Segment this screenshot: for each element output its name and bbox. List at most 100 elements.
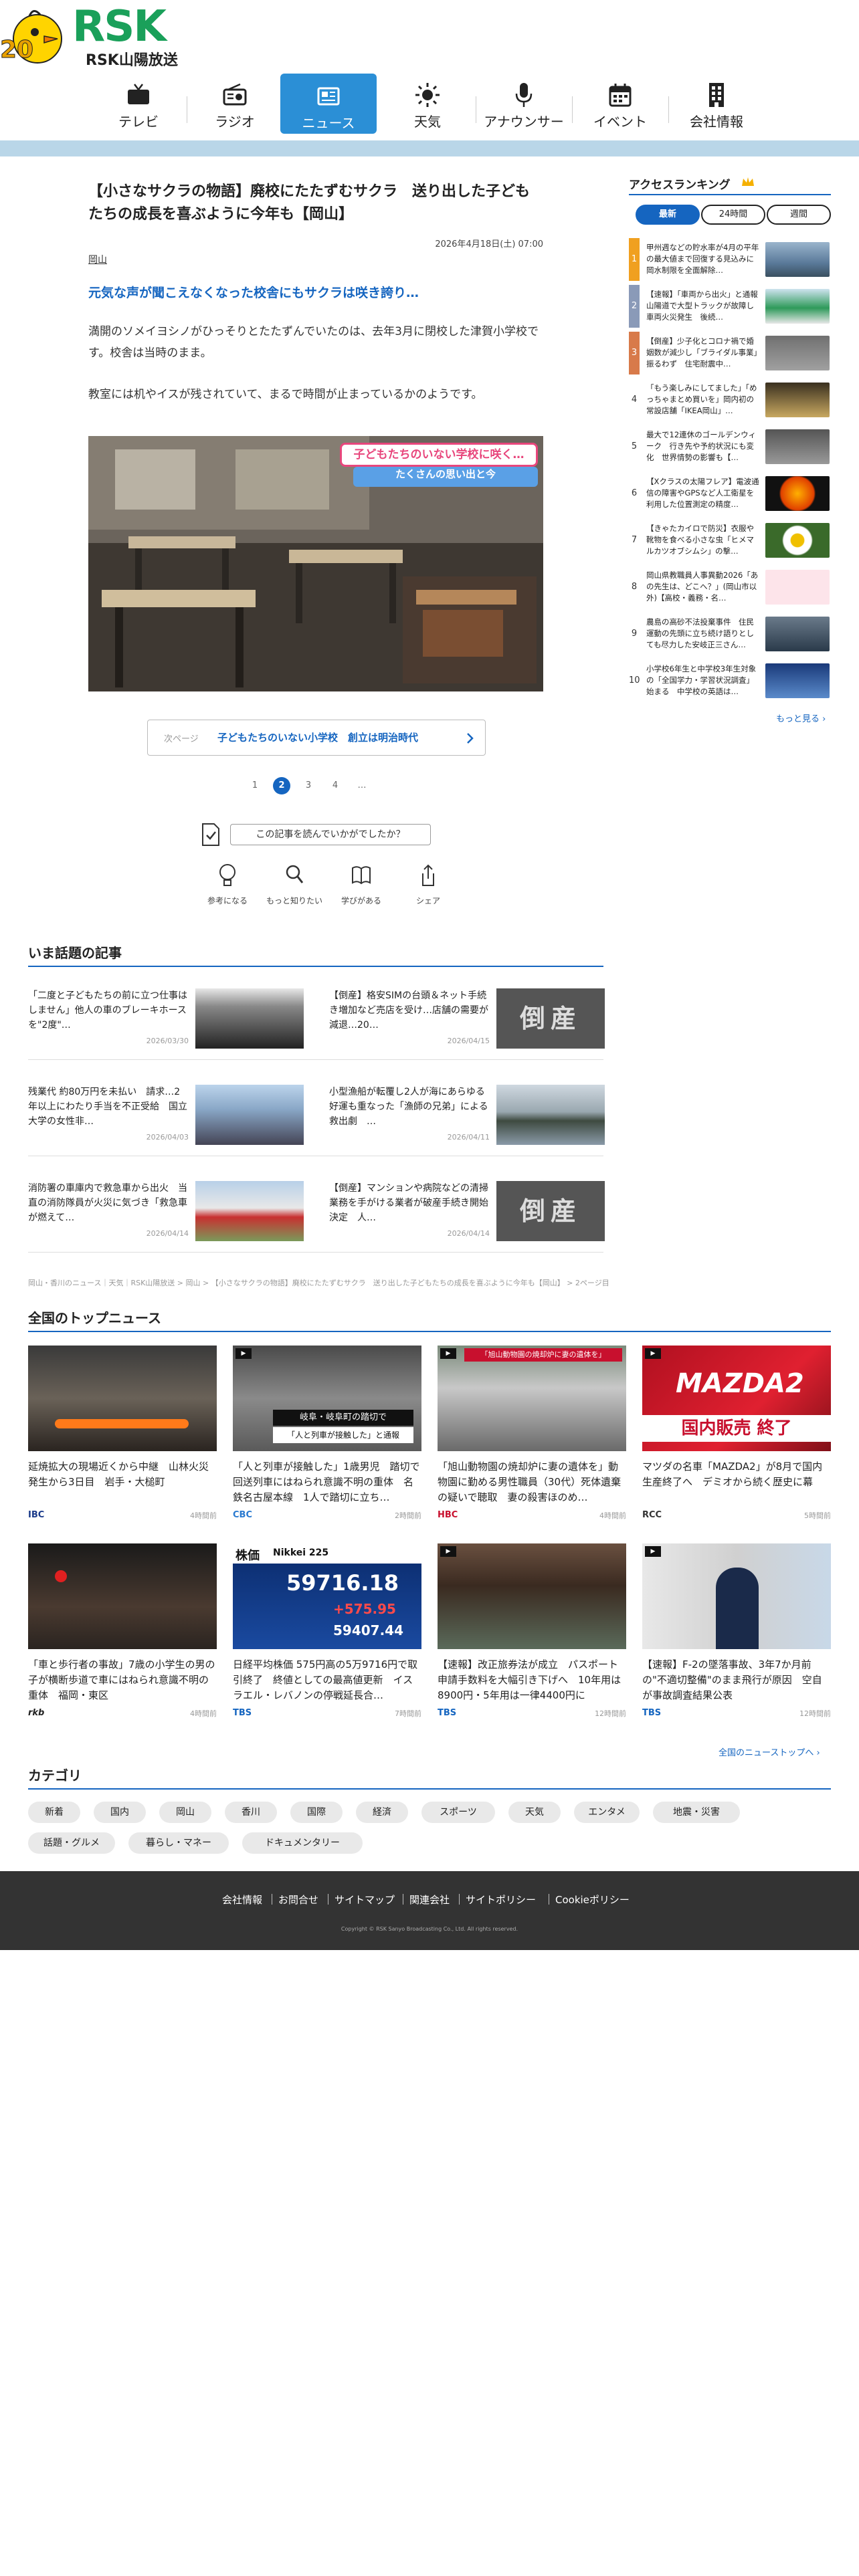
category-chip[interactable]: 岡山	[159, 1802, 211, 1823]
top-news-more-link[interactable]: 全国のニューストップへ ›	[719, 1745, 820, 1758]
top-news-item[interactable]: ▶ 「旭山動物園の焼却炉に妻の遺体を」 「旭山動物園の焼却炉に妻の遺体を」動物園…	[438, 1346, 626, 1546]
nav-company[interactable]: 会社情報	[668, 72, 765, 136]
top-news-item[interactable]: ▶ 【速報】改正旅券法が成立 パスポート申請手数料を大幅引き下げへ 10年用は8…	[438, 1543, 626, 1744]
article-location-link[interactable]: 岡山	[88, 253, 107, 266]
ranking-header: アクセスランキング	[629, 173, 831, 195]
category-chip[interactable]: 国際	[290, 1802, 343, 1823]
reaction-label: 参考になる	[207, 896, 248, 905]
breadcrumb[interactable]: 岡山・香川のニュース｜天気｜RSK山陽放送 > 岡山 > 【小さなサクラの物語】…	[28, 1277, 831, 1288]
ranking-thumb	[765, 476, 830, 511]
nav-label: ニュース	[302, 115, 355, 131]
top-news-age: 4時間前	[190, 1511, 217, 1520]
page-link[interactable]: 1	[246, 777, 264, 794]
category-chip[interactable]: 地震・災害	[653, 1802, 740, 1823]
footer-link[interactable]: 関連会社	[409, 1893, 450, 1907]
ranking-item[interactable]: 9 農島の高砂不法投棄事件 住民運動の先頭に立ち続け語りとしても尽力した安岐正三さ…	[629, 613, 831, 655]
top-news-item[interactable]: 「車と歩行者の事故」7歳の小学生の男の子が横断歩道で車にはねられ意識不明の重体 …	[28, 1543, 217, 1744]
ranking-tab-latest[interactable]: 最新	[636, 205, 700, 225]
article-photo: 子どもたちのいない学校に咲く… たくさんの思い出と今	[88, 436, 543, 691]
popular-article-date: 2026/04/11	[447, 1133, 490, 1142]
ranking-tab-24h[interactable]: 24時間	[701, 205, 765, 225]
video-icon: ▶	[440, 1546, 456, 1557]
nav-weather[interactable]: 天気	[379, 72, 476, 136]
page-link[interactable]: 4	[326, 777, 344, 794]
ranking-item-text: 小学校6年生と中学校3年生対象の「全国学力・学習状況調査」始まる 中学校の英語は…	[646, 664, 757, 696]
ranking-item[interactable]: 7 【きゃたカイロで防災】衣服や靴物を食べる小さな虫「ヒメマルカツオブシムシ」の撃…	[629, 519, 831, 562]
ranking-tabs: 最新 24時間 週間	[636, 205, 831, 225]
popular-article[interactable]: 残業代 約80万円を未払い 請求…2年以上にわたり手当を不正受給 国立大学の女性…	[28, 1085, 309, 1146]
popular-article[interactable]: 小型漁船が転覆し2人が海にあらゆる好運も重なった「漁師の兄弟」による救出劇 … …	[329, 1085, 610, 1146]
ranking-item[interactable]: 5 最大で12連休のゴールデンウィーク 行き先や予約状況にも変化 世界情勢の影響も…	[629, 425, 831, 468]
reaction-useful-button[interactable]: 参考になる	[195, 863, 260, 909]
divider	[28, 1059, 603, 1060]
top-news-title: 【速報】F-2の墜落事故、3年7か月前の"不適切整備"のまま飛行が原因 空自が事…	[642, 1658, 822, 1701]
category-chip[interactable]: 暮らし・マネー	[128, 1832, 229, 1854]
footer-link[interactable]: サイトマップ	[335, 1893, 395, 1907]
category-chip[interactable]: 新着	[28, 1802, 80, 1823]
ranking-item[interactable]: 2 【速報】「車両から出火」と通報 山陽道で大型トラックが故障し車両火災発生 後続…	[629, 285, 831, 328]
top-news-item[interactable]: ▶ 岐阜・岐阜町の踏切で 「人と列車が接触した」と通報 「人と列車が接触した」1…	[233, 1346, 421, 1546]
ranking-tab-weekly[interactable]: 週間	[767, 205, 831, 225]
category-chip[interactable]: 国内	[94, 1802, 146, 1823]
top-news-item[interactable]: ▶ 【速報】F-2の墜落事故、3年7か月前の"不適切整備"のまま飛行が原因 空自…	[642, 1543, 831, 1744]
footer-link[interactable]: 会社情報	[222, 1893, 262, 1907]
popular-article[interactable]: 【倒産】格安SIMの台頭＆ネット手続き増加など売店を受け…店舗の需要が減退…20…	[329, 988, 610, 1050]
popular-section-title: いま話題の記事	[28, 943, 603, 967]
footer-link[interactable]: お問合せ	[278, 1893, 318, 1907]
page-link[interactable]: 3	[300, 777, 317, 794]
ranking-thumb	[765, 383, 830, 417]
ranking-item-text: 【速報】「車両から出火」と通報 山陽道で大型トラックが故障し車両火災発生 後続…	[646, 290, 761, 322]
source-logo: TBS	[233, 1708, 252, 1718]
photo-caption-sub: たくさんの思い出と今	[353, 467, 538, 487]
top-news-item[interactable]: ▶ MAZDA2 国内販売 終了 マツダの名車「MAZDA2」が8月で国内生産終…	[642, 1346, 831, 1546]
ranking-item[interactable]: 1 甲州週などの貯水率が4月の平年の最大値まで回復する見込みに 岡水制限を全面解除…	[629, 238, 831, 281]
nav-event[interactable]: イベント	[572, 72, 668, 136]
nav-radio[interactable]: ラジオ	[187, 72, 283, 136]
nav-label: アナウンサー	[484, 114, 564, 130]
ranking-title: アクセスランキング	[629, 179, 731, 192]
nav-news[interactable]: ニュース	[280, 74, 377, 134]
top-news-title-text: 全国のトップニュース	[28, 1310, 161, 1326]
thumb-text: MAZDA2	[676, 1368, 804, 1399]
category-chip[interactable]: スポーツ	[421, 1802, 495, 1823]
ranking-item[interactable]: 4 「もう楽しみにしてました」「めっちゃまとめ買いを」岡内初の常設店舗「IKEA岡…	[629, 379, 831, 421]
nav-tv[interactable]: テレビ	[90, 72, 187, 136]
category-chip[interactable]: 天気	[508, 1802, 561, 1823]
reaction-share-button[interactable]: シェア	[396, 863, 460, 909]
bankruptcy-stamp-thumb: 倒産	[496, 1181, 605, 1241]
microphone-icon	[515, 83, 533, 107]
top-news-item[interactable]: 延焼拡大の現場近くから中継 山林火災発生から3日目 岩手・大槌町 IBC 4時間…	[28, 1346, 217, 1546]
lightbulb-icon	[219, 864, 235, 886]
site-logo[interactable]: 20 RSK RSK山陽放送	[0, 0, 187, 74]
thumb-caption: 「人と列車が接触した」と通報	[273, 1427, 413, 1443]
ranking-more-link[interactable]: もっと見る ›	[776, 712, 826, 724]
rank-number: 6	[631, 488, 638, 498]
ranking-item[interactable]: 6 【Xクラスの太陽フレア】電波通信の障害やGPSなど人工衛星を利用した位置測定の…	[629, 472, 831, 515]
top-news-item[interactable]: 株価 Nikkei 225 59716.18 +575.95 59407.44 …	[233, 1543, 421, 1744]
ranking-thumb	[765, 242, 830, 277]
reaction-learn-more-button[interactable]: もっと知りたい	[262, 863, 326, 909]
page-ellipsis: …	[357, 780, 367, 790]
ranking-item[interactable]: 10 小学校6年生と中学校3年生対象の「全国学力・学習状況調査」始まる 中学校の英…	[629, 659, 831, 702]
thumb-band: 国内販売 終了	[642, 1415, 831, 1442]
category-chip[interactable]: エンタメ	[574, 1802, 640, 1823]
popular-article[interactable]: 【倒産】マンションや病院などの清掃業務を手がける業者が破産手続き開始決定 人… …	[329, 1181, 610, 1243]
popular-article[interactable]: 「二度と子どもたちの前に立つ仕事はしません」他人の車のブレーキホースを"2度"……	[28, 988, 309, 1050]
ranking-item[interactable]: 8 岡山県教職員人事異動2026「あの先生は、どこへ？」(岡山市以外)【高校・義務…	[629, 566, 831, 609]
footer-link[interactable]: サイトポリシー	[466, 1893, 536, 1907]
stock-change: +575.95	[333, 1601, 396, 1617]
nav-announcer[interactable]: アナウンサー	[476, 72, 572, 136]
category-chip[interactable]: 話題・グルメ	[28, 1832, 115, 1854]
category-chip[interactable]: 経済	[356, 1802, 408, 1823]
category-chip[interactable]: ドキュメンタリー	[242, 1832, 363, 1854]
popular-article-title: 「二度と子どもたちの前に立つ仕事はしません」他人の車のブレーキホースを"2度"…	[28, 990, 187, 1031]
rank-number: 3	[629, 332, 640, 374]
ranking-item[interactable]: 3 【倒産】少子化とコロナ禍で婚姻数が減少し「ブライダル事業」振るわず 住宅耐震中…	[629, 332, 831, 374]
popular-article[interactable]: 消防署の車庫内で救急車から出火 当直の消防隊員が火災に気づき「救急車が燃えて… …	[28, 1181, 309, 1243]
reaction-educational-button[interactable]: 学びがある	[329, 863, 393, 909]
category-chip[interactable]: 香川	[225, 1802, 277, 1823]
site-footer: 会社情報 お問合せ サイトマップ 関連会社 サイトポリシー Cookieポリシー…	[0, 1871, 859, 1950]
footer-link[interactable]: Cookieポリシー	[555, 1893, 630, 1907]
next-page-link[interactable]: 次ページ 子どもたちのいない小学校 創立は明治時代	[147, 720, 486, 756]
source-logo: TBS	[438, 1708, 457, 1718]
